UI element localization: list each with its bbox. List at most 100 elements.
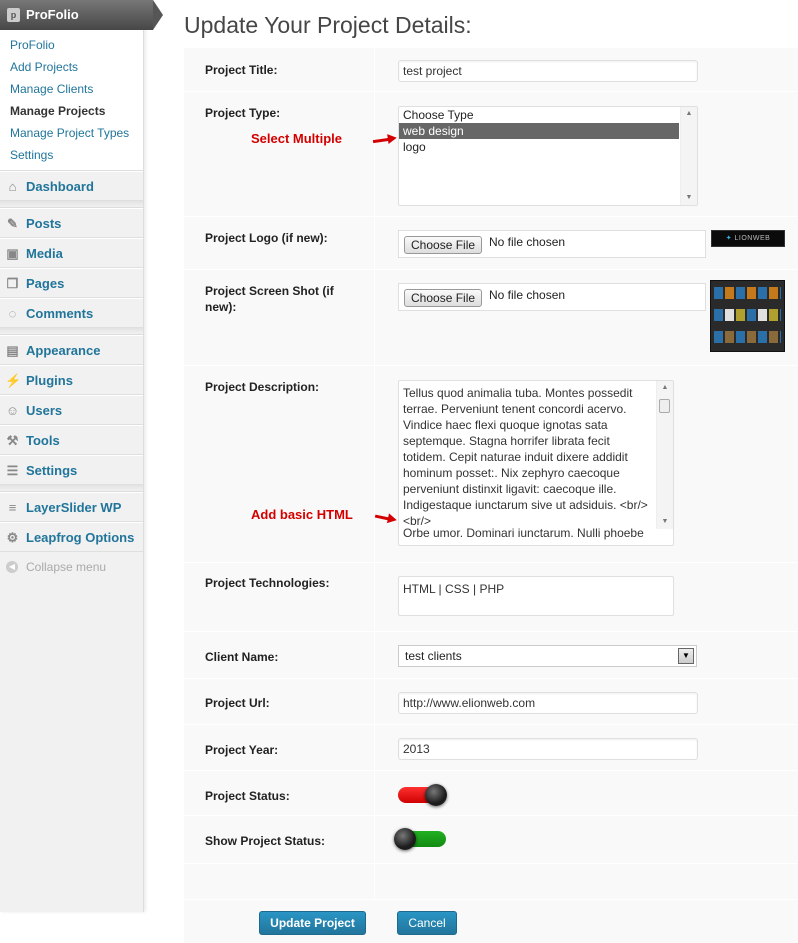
toggle-knob[interactable] [394,828,416,850]
menu-separator [0,485,143,492]
type-option-choose[interactable]: Choose Type [399,107,679,123]
row-spacer [184,864,798,900]
update-project-button[interactable]: Update Project [259,911,366,935]
menu-label: Appearance [26,343,101,358]
row-project-url: Project Url: http://www.elionweb.com [184,679,798,725]
speech-bubble-icon: ◌ [8,306,17,321]
menu-label: Posts [26,216,62,231]
plug-icon: ⚡ [5,373,22,388]
admin-sidebar: p ProFolio ProFolio Add Projects Manage … [0,0,163,912]
appearance-icon: ▤ [6,343,19,358]
annotation-select-multiple: Select Multiple [251,131,343,146]
project-status-toggle[interactable] [398,784,447,806]
scroll-up-icon[interactable]: ▲ [657,381,673,395]
project-year-input[interactable]: 2013 [398,738,698,760]
project-type-label: Project Type: [205,106,281,120]
row-project-year: Project Year: 2013 [184,725,798,771]
project-form: Project Title: test project Project Type… [184,48,798,943]
wrench-icon: ⚒ [6,433,19,448]
chevron-down-icon: ▼ [678,648,694,664]
thumb-swatch-row [714,309,781,321]
project-logo-file-input[interactable]: Choose File No file chosen [398,230,706,258]
listbox-scrollbar[interactable]: ▲ ▼ [680,107,697,205]
project-logo-label: Project Logo (if new): [205,231,328,245]
menu-label: Leapfrog Options [26,530,135,545]
menu-label: Tools [26,433,60,448]
menu-label: Dashboard [26,179,94,194]
thumb-swatch-row [714,331,781,343]
collapse-menu[interactable]: ◀ Collapse menu [0,552,143,582]
plugin-menu-header[interactable]: p ProFolio [0,0,163,30]
menu-label: Users [26,403,63,418]
project-technologies-label: Project Technologies: [205,576,330,590]
project-technologies-textarea[interactable]: HTML | CSS | PHP [398,576,674,616]
menu-item-users[interactable]: ☺ Users [0,395,143,425]
logo-thumbnail: ✦ LIONWEB [711,230,785,247]
type-option-web-design[interactable]: web design [399,123,679,139]
menu-item-pages[interactable]: ❐ Pages [0,268,143,298]
project-screenshot-label: Project Screen Shot (if new): [205,284,334,314]
client-name-value: test clients [405,649,462,663]
submenu-item-manage-clients[interactable]: Manage Clients [0,78,143,100]
menu-item-leapfrog-options[interactable]: ⚙ Leapfrog Options [0,522,143,552]
choose-file-button[interactable]: Choose File [404,289,483,307]
menu-item-dashboard[interactable]: ⌂ Dashboard [0,171,143,201]
submenu-item-manage-project-types[interactable]: Manage Project Types [0,122,143,144]
project-url-input[interactable]: http://www.elionweb.com [398,692,698,714]
scroll-thumb[interactable] [659,399,670,413]
logo-thumb-text: LIONWEB [734,235,771,242]
sliders-icon: ☰ [6,463,19,478]
profolio-icon: p [7,8,20,22]
choose-file-button[interactable]: Choose File [404,236,483,254]
show-project-status-toggle[interactable] [394,828,446,850]
row-project-screenshot: Project Screen Shot (if new): Choose Fil… [184,270,798,366]
project-type-listbox[interactable]: Choose Type web design logo ▲ ▼ [398,106,698,206]
textarea-scrollbar[interactable]: ▲ ▼ [656,381,673,529]
screenshot-thumbnail [710,280,785,352]
menu-item-plugins[interactable]: ⚡ Plugins [0,365,143,395]
project-screenshot-file-input[interactable]: Choose File No file chosen [398,283,706,311]
scroll-down-icon[interactable]: ▼ [681,191,697,205]
row-project-status: Project Status: [184,771,798,816]
menu-item-media[interactable]: ▣ Media [0,238,143,268]
annotation-add-html: Add basic HTML [251,507,353,522]
plugin-submenu: ProFolio Add Projects Manage Clients Man… [0,30,143,171]
collapse-label: Collapse menu [26,560,107,574]
type-option-logo[interactable]: logo [399,139,679,155]
menu-item-comments[interactable]: ◌ Comments [0,298,143,328]
show-project-status-label: Show Project Status: [205,834,326,848]
menu-item-settings[interactable]: ☰ Settings [0,455,143,485]
project-description-label: Project Description: [205,380,320,394]
menu-item-appearance[interactable]: ▤ Appearance [0,335,143,365]
scroll-down-icon[interactable]: ▼ [657,515,673,529]
menu-label: Comments [26,306,94,321]
menu-item-posts[interactable]: ✎ Posts [0,208,143,238]
media-icon: ▣ [6,246,19,261]
plugin-menu-title: ProFolio [26,7,79,22]
menu-label: Media [26,246,63,261]
row-project-description: Project Description: Add basic HTML Tell… [184,366,798,563]
submenu-item-settings[interactable]: Settings [0,144,143,166]
pushpin-icon: ✎ [7,216,18,231]
menu-label: LayerSlider WP [26,500,122,515]
row-show-project-status: Show Project Status: [184,816,798,864]
toggle-knob[interactable] [425,784,447,806]
menu-label: Pages [26,276,65,291]
project-title-input[interactable]: test project [398,60,698,82]
submenu-item-add-projects[interactable]: Add Projects [0,56,143,78]
project-description-textarea[interactable]: Tellus quod animalia tuba. Montes possed… [398,380,674,546]
scroll-up-icon[interactable]: ▲ [681,107,697,121]
submenu-item-manage-projects[interactable]: Manage Projects [0,100,143,122]
cancel-button[interactable]: Cancel [397,911,457,935]
client-name-select[interactable]: test clients ▼ [398,645,697,667]
menu-separator [0,201,143,208]
submenu-item-profolio[interactable]: ProFolio [0,34,143,56]
annotation-arrow [372,137,390,144]
annotation-arrow [374,514,390,521]
menu-label: Settings [26,463,78,478]
menu-item-layerslider[interactable]: ≡ LayerSlider WP [0,492,143,522]
home-icon: ⌂ [8,179,17,194]
menu-separator [0,328,143,335]
menu-label: Plugins [26,373,73,388]
menu-item-tools[interactable]: ⚒ Tools [0,425,143,455]
